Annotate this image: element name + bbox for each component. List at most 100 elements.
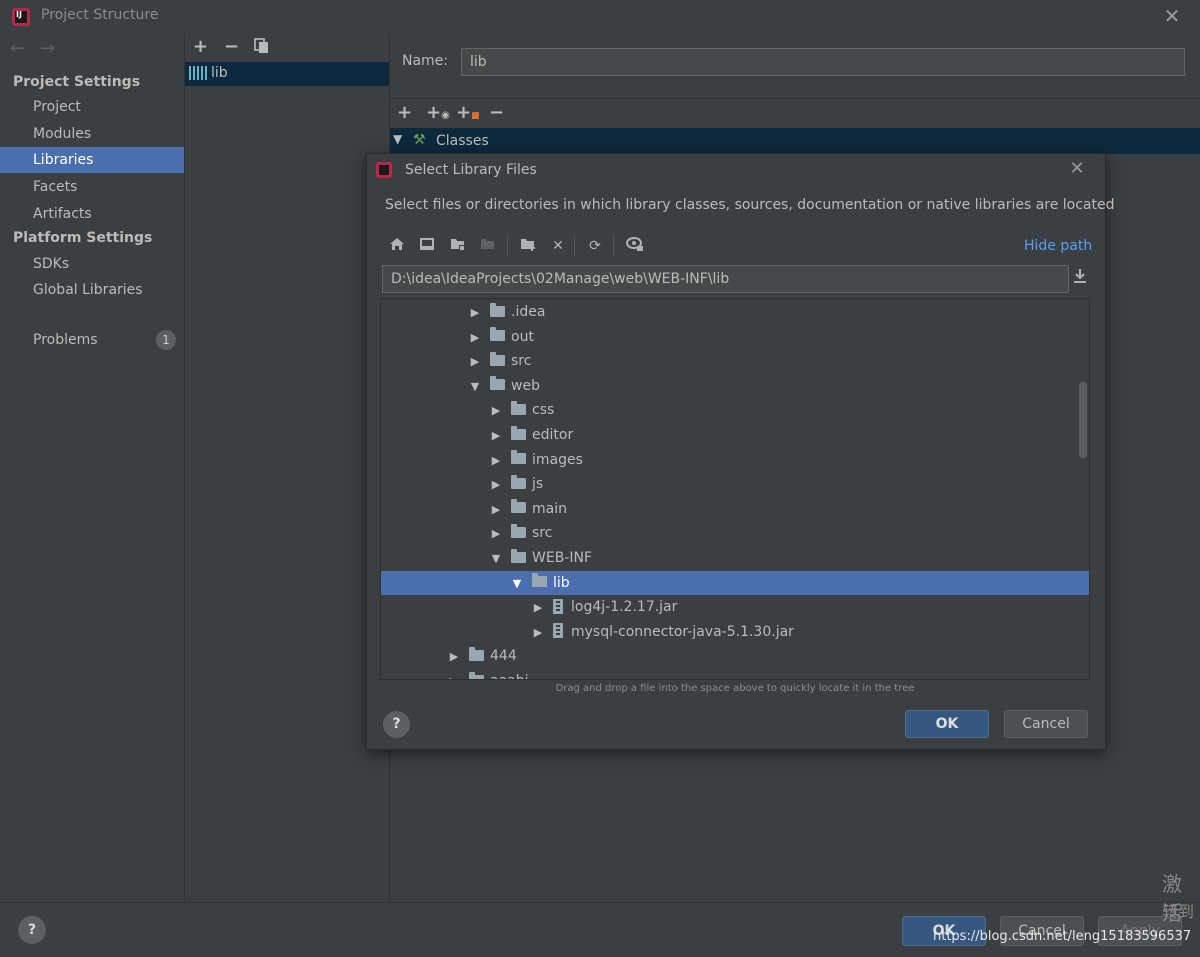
expand-arrow-icon[interactable]: ▶ bbox=[468, 301, 482, 325]
platform-settings-header: Platform Settings bbox=[13, 230, 153, 246]
tree-row[interactable]: ▶ log4j-1.2.17.jar bbox=[381, 595, 1089, 619]
tree-row[interactable]: ▶ src bbox=[381, 521, 1089, 545]
expand-arrow-icon[interactable]: ▶ bbox=[489, 498, 503, 522]
show-hidden-files-icon[interactable] bbox=[625, 236, 645, 256]
folder-icon bbox=[532, 573, 547, 588]
project-folder-icon[interactable] bbox=[448, 236, 468, 256]
folder-icon bbox=[469, 646, 484, 661]
tree-row[interactable]: ▶ 444 bbox=[381, 644, 1089, 668]
hide-path-link[interactable]: Hide path bbox=[1024, 238, 1092, 254]
collapse-arrow-icon[interactable]: ▼ bbox=[510, 572, 524, 596]
sidebar-item-facets[interactable]: Facets bbox=[0, 174, 184, 200]
tree-row[interactable]: ▶ out bbox=[381, 325, 1089, 349]
expand-arrow-icon[interactable]: ▶ bbox=[489, 473, 503, 497]
remove-root-icon[interactable]: − bbox=[489, 102, 504, 123]
add-maven-icon[interactable]: +◉ bbox=[426, 102, 450, 123]
toolbar-separator bbox=[507, 236, 508, 256]
tree-row[interactable]: ▶ .idea bbox=[381, 300, 1089, 324]
expand-arrow-icon[interactable]: ▶ bbox=[531, 621, 545, 645]
tree-row[interactable]: ▶ js bbox=[381, 472, 1089, 496]
copy-library-icon[interactable] bbox=[254, 38, 270, 54]
expand-arrow-icon[interactable]: ▶ bbox=[489, 522, 503, 546]
name-label: Name: bbox=[402, 53, 449, 69]
tree-row[interactable]: ▶ editor bbox=[381, 423, 1089, 447]
add-classes-icon[interactable]: + bbox=[397, 102, 412, 123]
folder-icon bbox=[469, 671, 484, 679]
expand-arrow-icon[interactable]: ▶ bbox=[489, 399, 503, 423]
collapse-arrow-icon[interactable]: ▼ bbox=[489, 547, 503, 571]
expand-arrow-icon[interactable]: ▶ bbox=[489, 449, 503, 473]
expand-arrow-icon[interactable]: ▶ bbox=[489, 424, 503, 448]
library-item-label: lib bbox=[211, 65, 228, 81]
project-settings-header: Project Settings bbox=[13, 74, 141, 90]
module-folder-icon[interactable] bbox=[478, 236, 498, 256]
sidebar-item-artifacts[interactable]: Artifacts bbox=[0, 201, 184, 227]
tree-row-label: log4j-1.2.17.jar bbox=[571, 599, 678, 616]
tree-row-content: ▶ log4j-1.2.17.jar bbox=[531, 595, 677, 620]
expand-arrow-icon[interactable]: ▶ bbox=[447, 645, 461, 669]
tree-row-content: ▶ out bbox=[468, 325, 534, 350]
tree-row-label: 444 bbox=[490, 648, 517, 665]
folder-icon bbox=[511, 450, 526, 465]
tree-scrollbar[interactable] bbox=[1079, 382, 1087, 458]
tree-row-label: images bbox=[532, 451, 583, 468]
tree-row-content: ▶ images bbox=[489, 448, 583, 473]
new-folder-icon[interactable] bbox=[518, 236, 538, 256]
dialog-close-icon[interactable]: ✕ bbox=[1066, 158, 1088, 180]
dialog-ok-button[interactable]: OK bbox=[905, 710, 989, 738]
jar-file-icon bbox=[553, 598, 563, 614]
sidebar-item-modules[interactable]: Modules bbox=[0, 121, 184, 147]
desktop-icon[interactable] bbox=[417, 236, 437, 256]
forward-arrow-icon[interactable]: → bbox=[40, 38, 55, 59]
expand-arrow-icon[interactable]: ▶ bbox=[468, 350, 482, 374]
tree-row[interactable]: ▼ lib bbox=[381, 570, 1089, 596]
intellij-logo-icon: IJ bbox=[12, 8, 30, 26]
drag-drop-hint: Drag and drop a file into the space abov… bbox=[555, 683, 915, 694]
delete-icon[interactable]: ✕ bbox=[548, 236, 568, 256]
download-icon[interactable] bbox=[1072, 268, 1088, 288]
library-name-field[interactable] bbox=[461, 48, 1185, 76]
help-button[interactable]: ? bbox=[18, 916, 46, 944]
sidebar-item-sdks[interactable]: SDKs bbox=[0, 251, 184, 277]
tree-row[interactable]: ▼ WEB-INF bbox=[381, 546, 1089, 570]
tree-row[interactable]: ▶ images bbox=[381, 448, 1089, 472]
sidebar-item-libraries[interactable]: Libraries bbox=[0, 147, 184, 173]
dialog-cancel-button[interactable]: Cancel bbox=[1004, 710, 1088, 738]
dialog-title: Select Library Files bbox=[405, 162, 537, 178]
sidebar-item-global-libraries[interactable]: Global Libraries bbox=[0, 277, 184, 303]
tree-row[interactable]: ▶ css bbox=[381, 398, 1089, 422]
window-close-icon[interactable]: ✕ bbox=[1160, 4, 1184, 28]
expand-arrow-icon[interactable]: ▼ bbox=[393, 132, 402, 146]
dialog-help-button[interactable]: ? bbox=[383, 711, 410, 738]
folder-icon bbox=[511, 499, 526, 514]
expand-arrow-icon[interactable]: ▶ bbox=[468, 326, 482, 350]
collapse-arrow-icon[interactable]: ▼ bbox=[468, 375, 482, 399]
tree-row[interactable]: ▼ web bbox=[381, 374, 1089, 398]
add-library-icon[interactable]: + bbox=[193, 36, 208, 57]
tree-row-content: ▼ lib bbox=[510, 571, 570, 596]
tree-row-content: ▶ js bbox=[489, 472, 543, 497]
tree-row-label: web bbox=[511, 377, 540, 394]
toolbar-divider bbox=[390, 98, 1200, 99]
tree-row-content: ▶ .idea bbox=[468, 300, 545, 325]
remove-library-icon[interactable]: − bbox=[224, 36, 239, 57]
back-arrow-icon[interactable]: ← bbox=[10, 38, 25, 59]
tree-row-label: mysql-connector-java-5.1.30.jar bbox=[571, 623, 794, 640]
path-field[interactable] bbox=[382, 265, 1069, 293]
add-attached-icon[interactable]: +■ bbox=[456, 102, 480, 123]
home-icon[interactable] bbox=[387, 236, 407, 256]
tree-row[interactable]: ▶ aaabi bbox=[381, 669, 1089, 679]
tree-row[interactable]: ▶ src bbox=[381, 349, 1089, 373]
expand-arrow-icon[interactable]: ▶ bbox=[531, 596, 545, 620]
expand-arrow-icon[interactable]: ▶ bbox=[447, 670, 461, 679]
library-bars-icon bbox=[189, 66, 207, 81]
tree-row[interactable]: ▶ mysql-connector-java-5.1.30.jar bbox=[381, 620, 1089, 644]
tree-row-label: lib bbox=[553, 574, 570, 591]
sidebar-item-project[interactable]: Project bbox=[0, 94, 184, 120]
refresh-icon[interactable]: ⟳ bbox=[585, 236, 605, 256]
tree-row-label: editor bbox=[532, 427, 574, 443]
tree-row-content: ▶ src bbox=[489, 521, 552, 546]
tree-row[interactable]: ▶ main bbox=[381, 497, 1089, 521]
tree-row-label: js bbox=[532, 476, 544, 493]
classes-tree-row[interactable] bbox=[390, 128, 1200, 154]
